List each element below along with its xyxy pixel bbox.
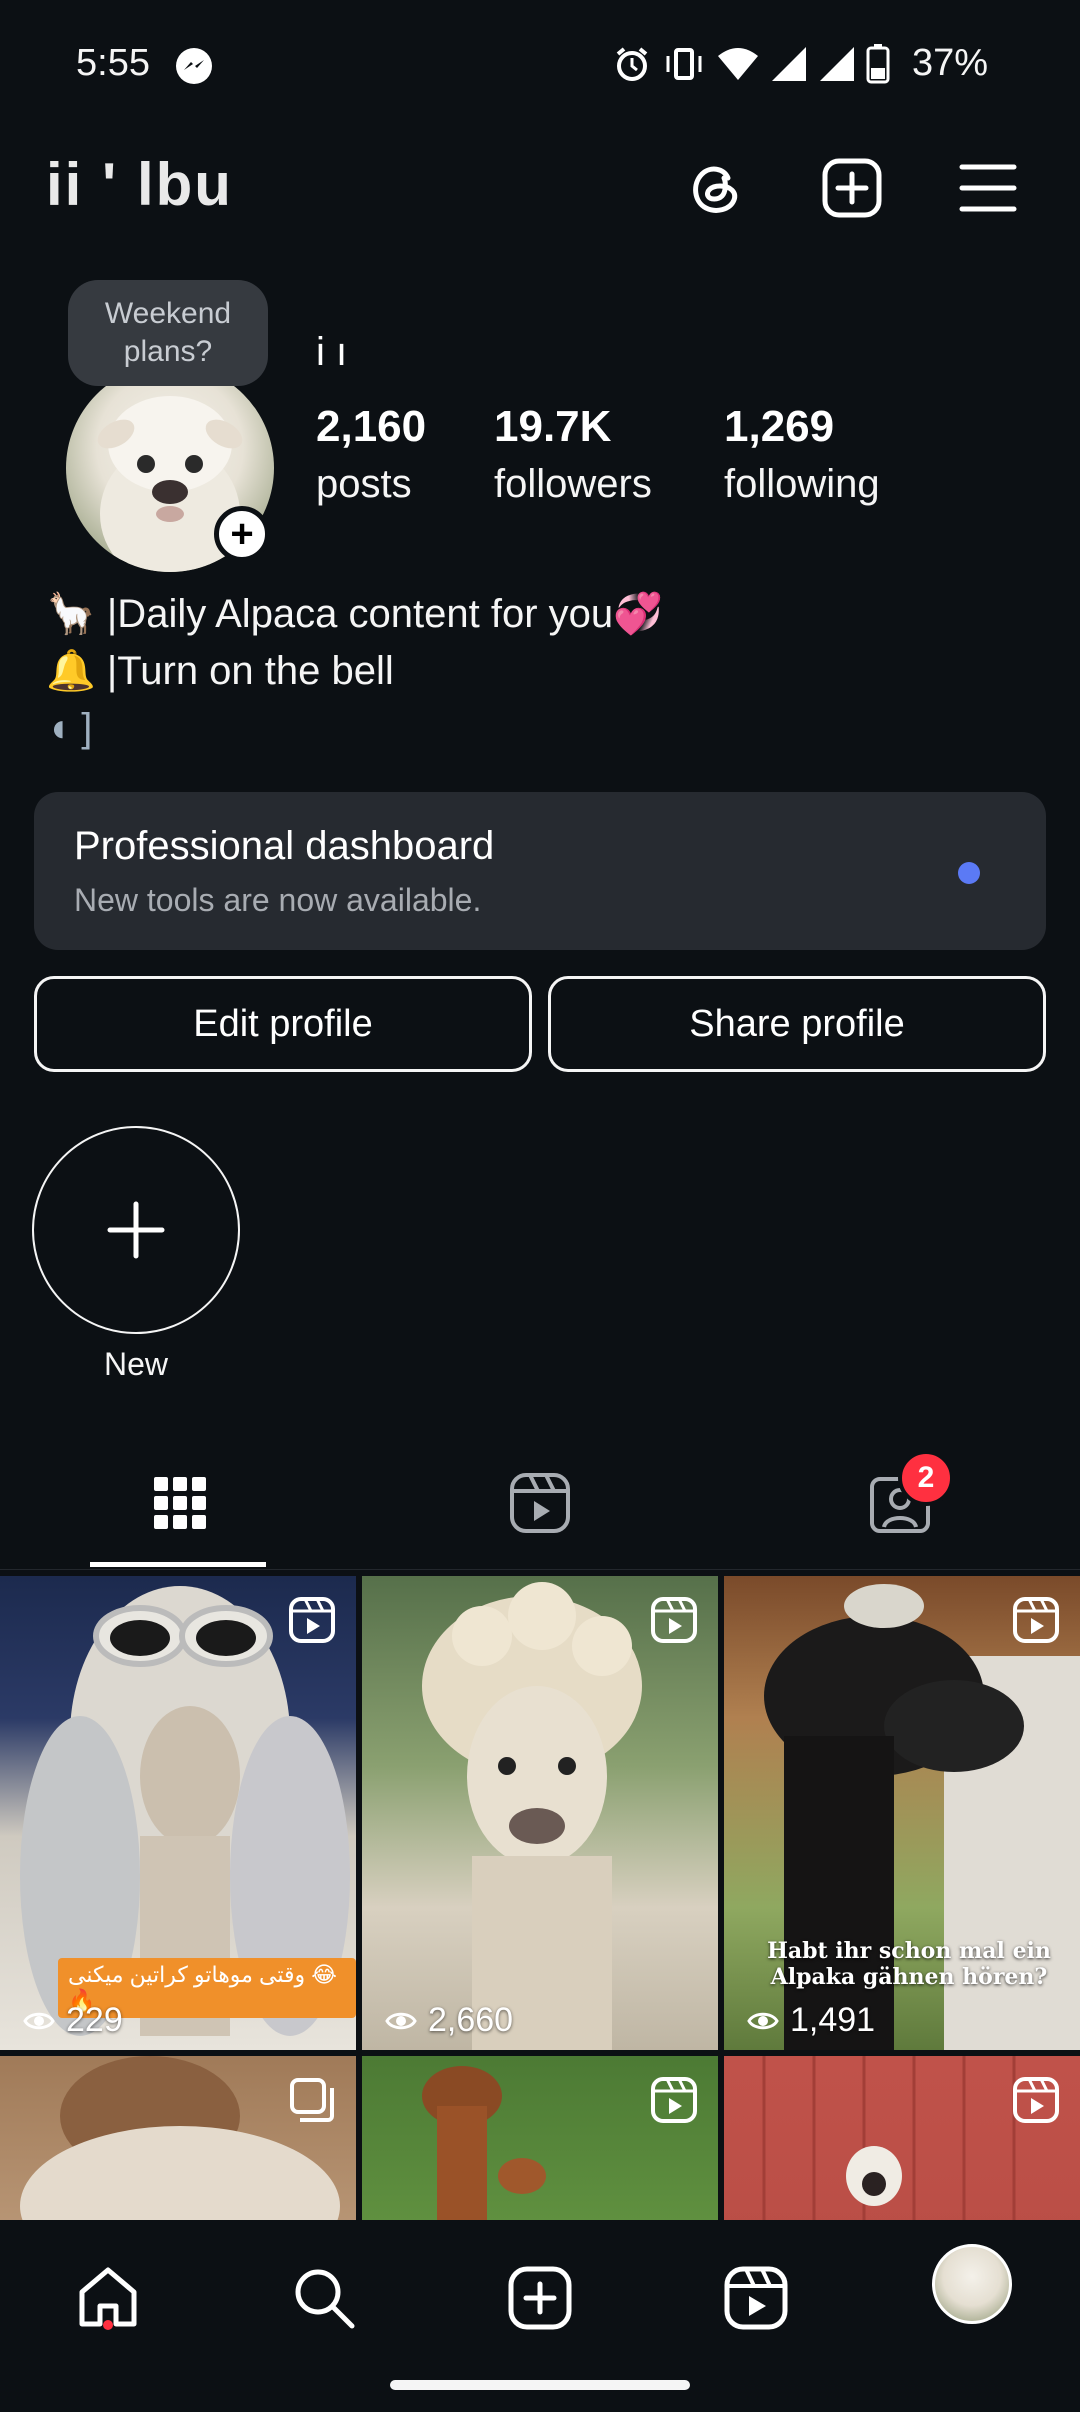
reel-icon (651, 2077, 697, 2123)
dashboard-subtitle: New tools are now available. (74, 882, 482, 918)
battery-percent: 37% (911, 42, 988, 84)
messenger-icon (174, 46, 214, 86)
nav-home[interactable] (62, 2252, 154, 2344)
battery-icon (866, 44, 890, 84)
dashboard-title: Professional dashboard (74, 824, 495, 868)
bio-line-3: ◖ ] (46, 706, 93, 750)
views-icon (747, 2012, 779, 2029)
active-tab-indicator (90, 1562, 266, 1567)
reels-icon (510, 1473, 570, 1533)
share-profile-button[interactable]: Share profile (548, 976, 1046, 1072)
nav-create[interactable] (494, 2252, 586, 2344)
reel-icon (651, 1597, 697, 1643)
reels-icon (724, 2266, 788, 2330)
views-icon (385, 2012, 417, 2029)
post-view-count: 2,660 (428, 2001, 514, 2039)
alarm-icon (616, 47, 648, 81)
post-tile[interactable]: Habt ihr schon mal ein Alpaka gähnen hör… (724, 1576, 1080, 2050)
vibrate-icon (666, 48, 702, 80)
carousel-icon (290, 2078, 334, 2122)
posts-grid: وقتی موهاتو کراتین میکنی 😂🔥 229 2,660 Ha… (0, 1576, 1080, 2220)
profile-display-name: i ı (316, 330, 348, 374)
grid-icon (154, 1477, 206, 1529)
add-story-button[interactable]: + (214, 506, 270, 562)
post-tile[interactable]: 2,660 (362, 1576, 718, 2050)
new-highlight-button[interactable] (32, 1126, 240, 1334)
reel-icon (1013, 2077, 1059, 2123)
status-time: 5:55 (76, 42, 150, 84)
signal-icon-2 (820, 47, 854, 81)
following-count: 1,269 (724, 402, 835, 451)
profile-username[interactable]: ii ' lbu (46, 150, 233, 219)
tab-tagged[interactable] (720, 1440, 1080, 1566)
stat-followers[interactable]: 19.7K followers (494, 402, 652, 507)
profile-header: ii ' lbu (0, 140, 1080, 240)
posts-label: posts (316, 462, 412, 506)
menu-button[interactable] (950, 150, 1026, 226)
following-label: following (724, 462, 880, 506)
edit-profile-button[interactable]: Edit profile (34, 976, 532, 1072)
signal-icon (772, 47, 806, 81)
followers-label: followers (494, 462, 652, 506)
new-indicator-dot (958, 862, 980, 884)
nav-reels[interactable] (710, 2252, 802, 2344)
create-button[interactable] (814, 150, 890, 226)
professional-dashboard[interactable]: Professional dashboard New tools are now… (34, 792, 1046, 950)
bio-line-1: 🦙 |Daily Alpaca content for you💞 (46, 592, 663, 636)
bio-line-2: 🔔 |Turn on the bell (46, 649, 394, 693)
reel-icon (1013, 1597, 1059, 1643)
followers-count: 19.7K (494, 402, 612, 451)
posts-count: 2,160 (316, 402, 427, 451)
new-highlight-label: New (103, 1346, 168, 1382)
post-tile[interactable] (362, 2056, 718, 2220)
tab-reels[interactable] (360, 1440, 720, 1566)
add-square-icon (822, 158, 882, 218)
post-caption: Habt ihr schon mal ein Alpaka gähnen hör… (767, 1938, 1051, 1990)
plus-icon (107, 1201, 165, 1259)
profile-bio: 🦙 |Daily Alpaca content for you💞 🔔 |Turn… (46, 586, 663, 757)
threads-icon (693, 166, 738, 213)
tab-grid[interactable] (0, 1440, 360, 1566)
post-tile[interactable] (724, 2056, 1080, 2220)
reel-icon (289, 1597, 335, 1643)
wifi-icon (718, 48, 758, 80)
stat-posts[interactable]: 2,160 posts (316, 402, 426, 507)
views-icon (23, 2012, 55, 2029)
post-view-count: 229 (66, 2001, 123, 2039)
home-indicator[interactable] (390, 2380, 690, 2390)
post-view-count: 1,491 (790, 2001, 876, 2039)
threads-button[interactable] (678, 150, 754, 226)
hamburger-icon (959, 164, 1017, 212)
stat-following[interactable]: 1,269 following (724, 402, 880, 507)
post-tile[interactable]: وقتی موهاتو کراتین میکنی 😂🔥 229 (0, 1576, 356, 2050)
post-tile[interactable] (0, 2056, 356, 2220)
tagged-notification-badge: 2 (898, 1450, 954, 1506)
note-bubble[interactable]: Weekend plans? (68, 280, 268, 386)
add-square-icon (508, 2266, 572, 2330)
status-bar: 5:55 37% (0, 0, 1080, 132)
nav-profile-avatar[interactable] (932, 2244, 1012, 2324)
search-icon (295, 2269, 355, 2329)
nav-search[interactable] (278, 2252, 370, 2344)
post-image (422, 1582, 642, 2050)
home-notification-dot (103, 2320, 113, 2330)
